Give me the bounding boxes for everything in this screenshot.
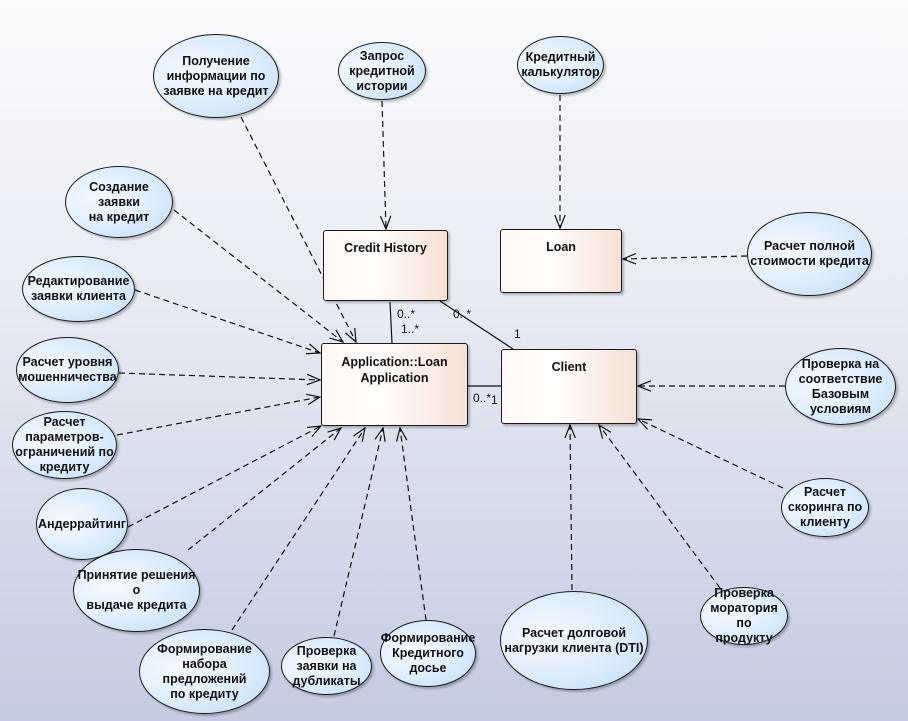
usecase-credit-decision[interactable]: Принятие решения о выдаче кредита bbox=[73, 549, 200, 632]
mult-application-to-client-dst: 1 bbox=[491, 393, 498, 407]
mult-credit-history-to-client-src: 0..* bbox=[453, 307, 472, 321]
class-client[interactable]: Client bbox=[501, 349, 637, 424]
usecase-offer-set[interactable]: Формирование набора предложений по креди… bbox=[139, 629, 270, 714]
dep-dti-line[interactable] bbox=[569, 424, 573, 591]
dep-fraud-line[interactable] bbox=[118, 372, 321, 381]
usecase-credit-calculator[interactable]: Кредитный калькулятор bbox=[517, 36, 604, 94]
mult-credit-history-to-client-dst: 1 bbox=[514, 327, 521, 341]
class-credit-history[interactable]: Credit History bbox=[323, 230, 448, 301]
usecase-credit-history-request[interactable]: Запрос кредитной истории bbox=[338, 42, 426, 100]
dep-create-line[interactable] bbox=[173, 209, 344, 343]
usecase-fraud-level[interactable]: Расчет уровня мошенничества bbox=[16, 337, 119, 403]
dep-history-request-line[interactable] bbox=[381, 100, 387, 230]
usecase-credit-limits[interactable]: Расчет параметров- ограничений по кредит… bbox=[12, 411, 117, 479]
usecase-moratorium-check[interactable]: Проверка моратория по продукту bbox=[700, 586, 788, 645]
dep-limits-line[interactable] bbox=[116, 396, 321, 436]
assoc-credit-history-application[interactable] bbox=[389, 301, 393, 344]
usecase-client-scoring[interactable]: Расчет скоринга по клиенту bbox=[781, 478, 869, 537]
mult-credit-history-to-application-src: 0..* bbox=[397, 307, 416, 321]
dep-underwriting-line[interactable] bbox=[127, 425, 322, 528]
class-loan-application[interactable]: Application::Loan Application bbox=[321, 343, 468, 426]
dep-underwriting-arrow-icon bbox=[307, 425, 323, 438]
usecase-create-application[interactable]: Создание заявки на кредит bbox=[65, 166, 173, 238]
assoc-credit-history-client[interactable] bbox=[439, 300, 514, 350]
dep-full-cost-line[interactable] bbox=[622, 255, 748, 260]
diagram-canvas: Credit History Loan Application::Loan Ap… bbox=[0, 0, 908, 721]
usecase-duplicate-check[interactable]: Проверка заявки на дубликаты bbox=[281, 637, 372, 695]
dep-scoring-arrow-icon bbox=[636, 418, 653, 430]
dep-dossier-line[interactable] bbox=[399, 427, 427, 621]
usecase-underwriting[interactable]: Андеррайтинг bbox=[36, 488, 128, 560]
mult-credit-history-to-application-dst: 1..* bbox=[401, 322, 420, 336]
dep-moratorium-line[interactable] bbox=[598, 424, 721, 589]
mult-application-to-client-src: 0..* bbox=[473, 391, 492, 405]
usecase-credit-dossier[interactable]: Формирование Кредитного досье bbox=[380, 620, 476, 687]
class-loan[interactable]: Loan bbox=[500, 229, 622, 293]
usecase-edit-application[interactable]: Редактирование заявки клиента bbox=[22, 256, 135, 322]
usecase-get-application-info[interactable]: Получение информации по заявке на кредит bbox=[153, 34, 279, 118]
dep-scoring-line[interactable] bbox=[637, 418, 784, 489]
dep-edit-line[interactable] bbox=[134, 289, 321, 354]
dep-offers-line[interactable] bbox=[231, 427, 366, 631]
usecase-base-conditions-check[interactable]: Проверка на соответствие Базовым условия… bbox=[785, 348, 896, 425]
usecase-dti[interactable]: Расчет долговой нагрузки клиента (DTI) bbox=[500, 591, 648, 690]
dep-offers-arrow-icon bbox=[353, 426, 366, 442]
dep-duplicates-line[interactable] bbox=[333, 427, 384, 637]
dep-decision-line[interactable] bbox=[187, 427, 342, 551]
usecase-full-credit-cost[interactable]: Расчет полной стоимости кредита bbox=[747, 212, 872, 296]
dep-get-info-arrow-icon bbox=[345, 328, 357, 344]
